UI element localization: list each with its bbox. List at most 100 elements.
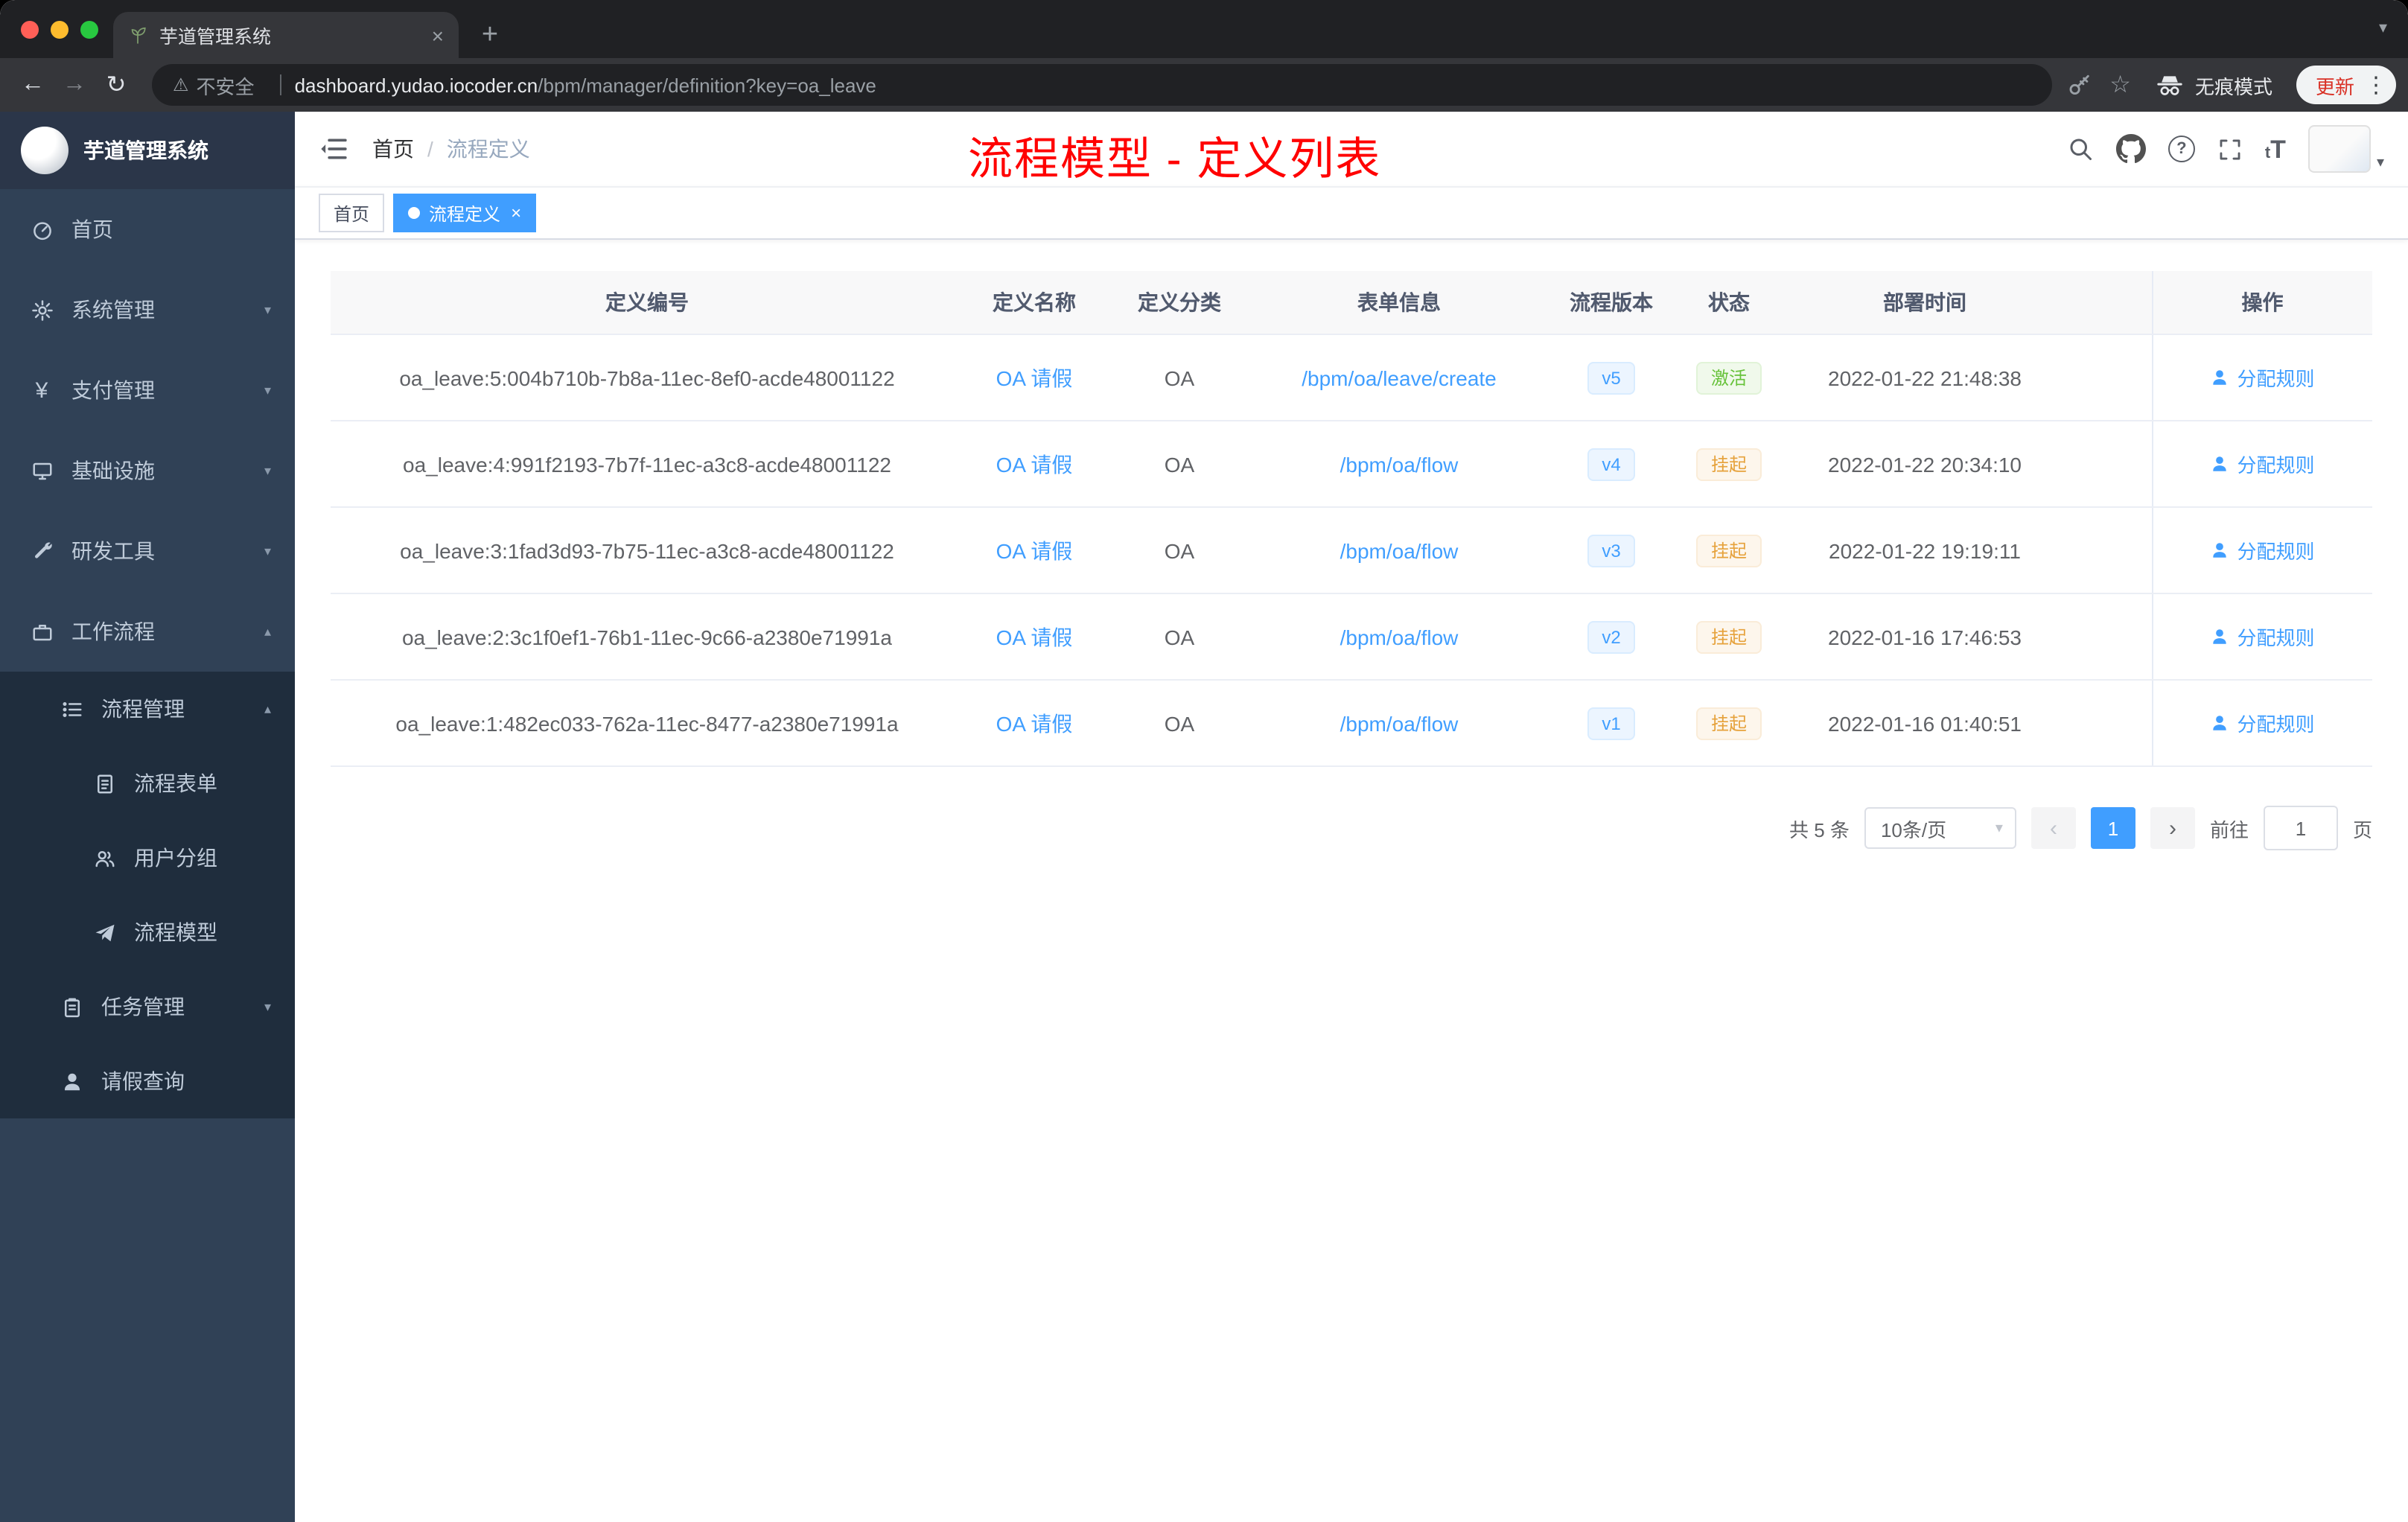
cell-category: OA [1105, 334, 1254, 421]
chevron-down-icon: ▾ [264, 382, 271, 397]
incognito-badge: 无痕模式 [2155, 70, 2272, 100]
next-page-button[interactable]: › [2150, 807, 2195, 849]
form-link[interactable]: /bpm/oa/flow [1340, 711, 1459, 735]
browser-menu-icon[interactable]: ⋮ [2365, 74, 2387, 96]
sidebar-toggle-icon[interactable] [319, 134, 348, 164]
assign-rule-button[interactable]: 分配规则 [2210, 536, 2315, 564]
sidebar-item-home[interactable]: 首页 [0, 189, 295, 270]
sidebar-item-task-manage[interactable]: 任务管理 ▾ [0, 969, 295, 1044]
new-tab-button[interactable]: + [471, 16, 509, 55]
definition-name-link[interactable]: OA 请假 [996, 538, 1073, 562]
sidebar-item-process-model[interactable]: 流程模型 [0, 895, 295, 969]
update-chip[interactable]: 更新 ⋮ [2296, 66, 2396, 104]
sidebar-logo: 芋道管理系统 [0, 112, 295, 189]
tag-home[interactable]: 首页 [319, 194, 385, 232]
chevron-up-icon: ▴ [264, 623, 271, 638]
key-icon[interactable] [2066, 72, 2092, 98]
page-size-select[interactable]: 10条/页 ▾ [1864, 807, 2016, 849]
font-size-icon[interactable]: tT [2265, 136, 2286, 162]
assign-rule-button[interactable]: 分配规则 [2210, 450, 2315, 478]
col-definition-category: 定义分类 [1105, 271, 1254, 335]
sidebar-item-system[interactable]: 系统管理 ▾ [0, 270, 295, 350]
document-icon [92, 772, 116, 795]
sidebar-item-devtools[interactable]: 研发工具 ▾ [0, 511, 295, 591]
url-domain: dashboard.yudao.iocoder.cn [294, 74, 538, 96]
browser-toolbar: ← → ↻ ⚠ 不安全 dashboard.yudao.iocoder.cn /… [0, 58, 2408, 112]
version-badge: v4 [1587, 448, 1636, 480]
bookmark-star-icon[interactable]: ☆ [2109, 70, 2131, 100]
browser-tab[interactable]: 芋道管理系统 × [113, 12, 459, 58]
navbar: 首页 / 流程定义 流程模型 - 定义列表 ? tT ▾ [295, 112, 2408, 186]
table-row: oa_leave:5:004b710b-7b8a-11ec-8ef0-acde4… [331, 334, 2372, 421]
status-badge: 挂起 [1695, 448, 1762, 480]
close-window-button[interactable] [21, 21, 39, 39]
window-controls [21, 21, 98, 39]
version-badge: v5 [1587, 361, 1636, 394]
tag-close-icon[interactable]: × [511, 203, 521, 223]
cell-id: oa_leave:4:991f2193-7b7f-11ec-a3c8-acde4… [331, 421, 963, 508]
dashboard-icon [30, 218, 54, 241]
chevron-down-icon: ▾ [2376, 155, 2384, 171]
assign-rule-button[interactable]: 分配规则 [2210, 623, 2315, 651]
sidebar-item-payment[interactable]: ¥ 支付管理 ▾ [0, 350, 295, 430]
paper-plane-icon [92, 921, 116, 943]
definition-name-link[interactable]: OA 请假 [996, 452, 1073, 476]
goto-page-input[interactable] [2263, 806, 2338, 850]
incognito-label: 无痕模式 [2194, 75, 2272, 98]
chevron-down-icon: ▾ [264, 543, 271, 558]
version-badge: v2 [1587, 620, 1636, 653]
maximize-window-button[interactable] [80, 21, 98, 39]
user-avatar[interactable]: ▾ [2307, 125, 2384, 173]
assign-rule-button[interactable]: 分配规则 [2210, 363, 2315, 392]
page-unit-label: 页 [2352, 818, 2372, 841]
cell-deploy-time: 2022-01-22 20:34:10 [1780, 421, 2070, 508]
tab-close-icon[interactable]: × [432, 25, 444, 45]
search-icon[interactable] [2067, 136, 2094, 162]
breadcrumb-home[interactable]: 首页 [372, 134, 414, 164]
url-divider [279, 74, 281, 95]
definition-name-link[interactable]: OA 请假 [996, 711, 1073, 735]
page-number-button[interactable]: 1 [2090, 807, 2135, 849]
monitor-icon [30, 459, 54, 482]
sidebar-item-process-form[interactable]: 流程表单 [0, 746, 295, 821]
definition-name-link[interactable]: OA 请假 [996, 366, 1073, 389]
wrench-icon [30, 540, 54, 562]
sidebar-item-infra[interactable]: 基础设施 ▾ [0, 430, 295, 511]
pagination: 共 5 条 10条/页 ▾ ‹ 1 › 前往 页 [331, 806, 2372, 850]
sidebar-item-process-manage[interactable]: 流程管理 ▴ [0, 672, 295, 746]
tab-search-chevron-icon[interactable]: ▾ [2379, 18, 2387, 37]
incognito-icon [2155, 70, 2185, 100]
chevron-down-icon: ▾ [264, 462, 271, 477]
logo-title: 芋道管理系统 [83, 138, 208, 162]
status-badge: 挂起 [1695, 707, 1762, 739]
reload-icon[interactable]: ↻ [95, 64, 137, 106]
help-icon[interactable]: ? [2167, 136, 2195, 162]
sidebar-item-workflow[interactable]: 工作流程 ▴ [0, 591, 295, 672]
cell-deploy-time: 2022-01-16 17:46:53 [1780, 593, 2070, 681]
table-header-row: 定义编号 定义名称 定义分类 表单信息 流程版本 状态 部署时间 操作 [331, 271, 2372, 335]
col-spacer [2070, 271, 2152, 335]
assign-rule-button[interactable]: 分配规则 [2210, 709, 2315, 737]
prev-page-button[interactable]: ‹ [2030, 807, 2076, 849]
annotation-overlay: 流程模型 - 定义列表 [968, 136, 1382, 185]
form-link[interactable]: /bpm/oa/flow [1340, 538, 1459, 562]
main-area: 首页 / 流程定义 流程模型 - 定义列表 ? tT ▾ 首页 流程定义 × 定… [295, 112, 2408, 1522]
minimize-window-button[interactable] [51, 21, 69, 39]
form-link[interactable]: /bpm/oa/leave/create [1302, 366, 1497, 389]
toolbar-right: ☆ 无痕模式 更新 ⋮ [2066, 66, 2396, 104]
fullscreen-icon[interactable] [2217, 136, 2243, 162]
definition-name-link[interactable]: OA 请假 [996, 625, 1073, 649]
form-link[interactable]: /bpm/oa/flow [1340, 452, 1459, 476]
form-link[interactable]: /bpm/oa/flow [1340, 625, 1459, 649]
tag-process-definition[interactable]: 流程定义 × [393, 194, 537, 232]
sidebar-item-leave-query[interactable]: 请假查询 [0, 1044, 295, 1118]
address-bar[interactable]: ⚠ 不安全 dashboard.yudao.iocoder.cn /bpm/ma… [152, 64, 2052, 106]
total-count: 共 5 条 [1789, 818, 1850, 841]
forward-icon[interactable]: → [54, 64, 95, 106]
cell-id: oa_leave:1:482ec033-762a-11ec-8477-a2380… [331, 680, 963, 767]
cell-category: OA [1105, 507, 1254, 594]
back-icon[interactable]: ← [12, 64, 54, 106]
sidebar-item-user-group[interactable]: 用户分组 [0, 821, 295, 895]
col-actions: 操作 [2151, 271, 2372, 335]
github-icon[interactable] [2115, 134, 2146, 164]
